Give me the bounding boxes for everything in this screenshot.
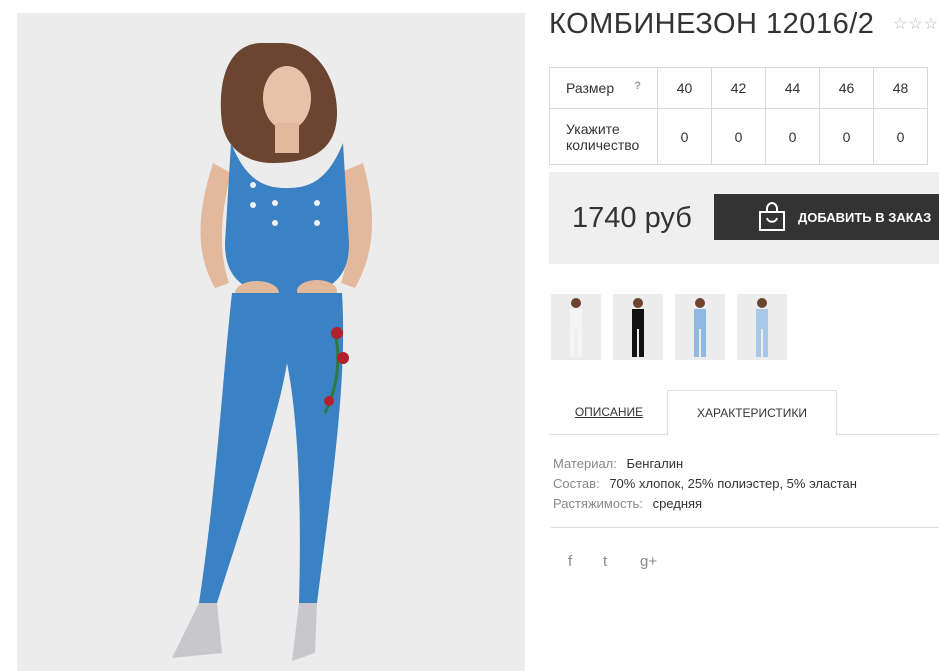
thumbnail-white-outfit[interactable]: [551, 294, 601, 360]
google-plus-icon[interactable]: g+: [640, 553, 657, 570]
size-row-label: Размер ?: [549, 67, 658, 109]
characteristic-row: Растяжимость: средняя: [553, 494, 857, 514]
size-46: 46: [819, 67, 874, 109]
size-42: 42: [711, 67, 766, 109]
model-illustration: [17, 13, 525, 671]
add-to-order-label: ДОБАВИТЬ В ЗАКАЗ: [798, 209, 932, 225]
twitter-icon[interactable]: t: [603, 553, 607, 570]
quantity-input-48[interactable]: 0: [873, 108, 928, 165]
quantity-row-label: Укажите количество: [549, 108, 658, 165]
shopping-bag-icon: [758, 202, 786, 232]
size-48: 48: [873, 67, 928, 109]
product-tabs: ОПИСАНИЕ ХАРАКТЕРИСТИКИ: [549, 390, 939, 436]
size-quantity-table: Размер ? 40 42 44 46 48 Укажите количест…: [549, 67, 928, 165]
characteristic-row: Состав: 70% хлопок, 25% полиэстер, 5% эл…: [553, 474, 857, 494]
characteristic-key: Состав:: [553, 476, 600, 491]
quantity-input-46[interactable]: 0: [819, 108, 874, 165]
characteristic-row: Материал: Бенгалин: [553, 454, 857, 474]
add-to-order-button[interactable]: ДОБАВИТЬ В ЗАКАЗ: [714, 194, 939, 240]
quantity-label-line2: количество: [566, 136, 640, 153]
thumbnail-light-blue-outfit[interactable]: [675, 294, 725, 360]
quantity-input-40[interactable]: 0: [657, 108, 712, 165]
social-divider: [551, 527, 939, 528]
help-icon[interactable]: ?: [634, 80, 641, 92]
characteristic-key: Материал:: [553, 456, 617, 471]
quantity-label-line1: Укажите: [566, 120, 620, 137]
quantity-input-42[interactable]: 0: [711, 108, 766, 165]
characteristic-key: Растяжимость:: [553, 496, 643, 511]
thumbnail-black-outfit[interactable]: [613, 294, 663, 360]
tab-description[interactable]: ОПИСАНИЕ: [549, 390, 669, 434]
quantity-input-44[interactable]: 0: [765, 108, 820, 165]
rating-stars-icon[interactable]: ☆☆☆: [893, 14, 939, 34]
size-44: 44: [765, 67, 820, 109]
thumbnail-light-blue-outfit-2[interactable]: [737, 294, 787, 360]
characteristic-value: средняя: [652, 496, 703, 511]
characteristic-value: Бенгалин: [626, 456, 684, 471]
size-40: 40: [657, 67, 712, 109]
characteristics-list: Материал: Бенгалин Состав: 70% хлопок, 2…: [553, 454, 857, 514]
characteristic-value: 70% хлопок, 25% полиэстер, 5% эластан: [609, 476, 857, 491]
price-panel: 1740 руб ДОБАВИТЬ В ЗАКАЗ: [549, 172, 939, 264]
price: 1740 руб: [572, 202, 692, 234]
product-main-photo[interactable]: [17, 13, 525, 671]
tab-characteristics[interactable]: ХАРАКТЕРИСТИКИ: [667, 390, 837, 436]
product-title: КОМБИНЕЗОН 12016/2: [549, 8, 875, 40]
facebook-icon[interactable]: f: [568, 553, 572, 570]
size-label: Размер: [566, 80, 615, 96]
